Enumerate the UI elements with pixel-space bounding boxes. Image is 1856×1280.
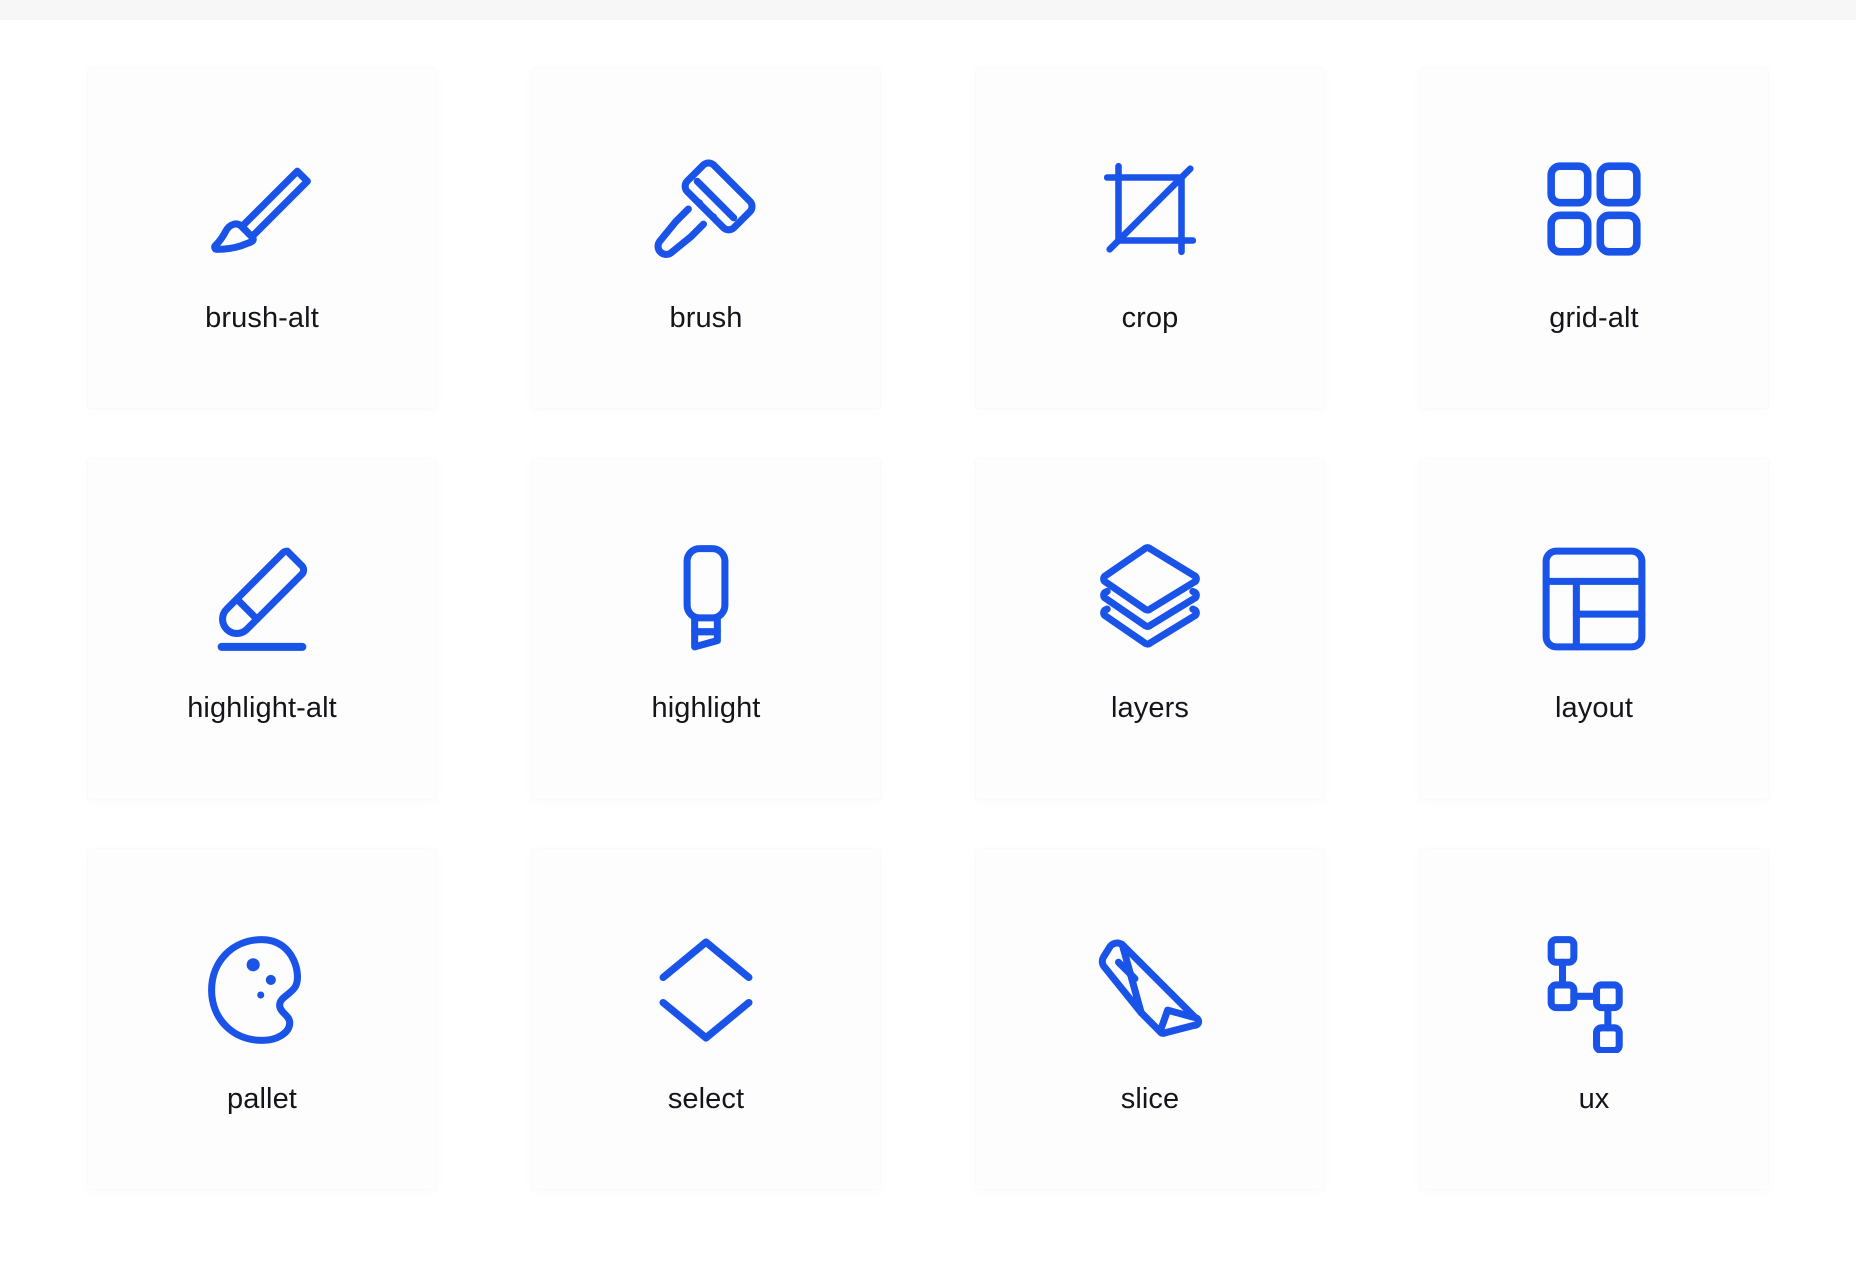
grid-alt-icon bbox=[1512, 127, 1676, 291]
icon-card-pallet[interactable]: pallet bbox=[88, 849, 436, 1190]
icon-card-highlight-alt[interactable]: highlight-alt bbox=[88, 458, 436, 799]
icon-card-layers[interactable]: layers bbox=[976, 458, 1324, 799]
top-strip bbox=[0, 0, 1856, 20]
icon-card-slice[interactable]: slice bbox=[976, 849, 1324, 1190]
icon-card-crop[interactable]: crop bbox=[976, 68, 1324, 408]
highlight-alt-icon bbox=[180, 517, 344, 681]
icon-label: layers bbox=[1111, 692, 1189, 725]
icon-showcase-page: brush-alt brush crop grid-alt highlight-… bbox=[0, 0, 1856, 1280]
icon-label: crop bbox=[1121, 301, 1179, 334]
layers-icon bbox=[1068, 517, 1232, 681]
brush-alt-icon bbox=[180, 127, 344, 291]
crop-icon bbox=[1068, 127, 1232, 291]
icon-label: pallet bbox=[227, 1082, 297, 1115]
icon-label: highlight bbox=[651, 692, 761, 725]
icon-card-brush-alt[interactable]: brush-alt bbox=[88, 68, 436, 408]
icon-label: highlight-alt bbox=[187, 692, 337, 725]
icon-label: select bbox=[667, 1082, 745, 1115]
icon-label: slice bbox=[1120, 1082, 1180, 1115]
icon-label: layout bbox=[1555, 692, 1633, 725]
icon-card-ux[interactable]: ux bbox=[1420, 849, 1768, 1190]
pallet-icon bbox=[180, 908, 344, 1072]
icon-card-highlight[interactable]: highlight bbox=[532, 458, 880, 799]
icon-label: grid-alt bbox=[1549, 301, 1639, 334]
layout-icon bbox=[1512, 517, 1676, 681]
icon-card-grid-alt[interactable]: grid-alt bbox=[1420, 68, 1768, 408]
slice-icon bbox=[1068, 908, 1232, 1072]
icon-label: ux bbox=[1578, 1082, 1610, 1115]
icon-grid: brush-alt brush crop grid-alt highlight-… bbox=[0, 20, 1856, 1280]
brush-icon bbox=[624, 127, 788, 291]
highlight-icon bbox=[624, 517, 788, 681]
icon-card-brush[interactable]: brush bbox=[532, 68, 880, 408]
icon-card-select[interactable]: select bbox=[532, 849, 880, 1190]
select-icon bbox=[624, 908, 788, 1072]
icon-card-layout[interactable]: layout bbox=[1420, 458, 1768, 799]
icon-label: brush-alt bbox=[205, 301, 319, 334]
ux-icon bbox=[1512, 908, 1676, 1072]
icon-label: brush bbox=[669, 301, 743, 334]
